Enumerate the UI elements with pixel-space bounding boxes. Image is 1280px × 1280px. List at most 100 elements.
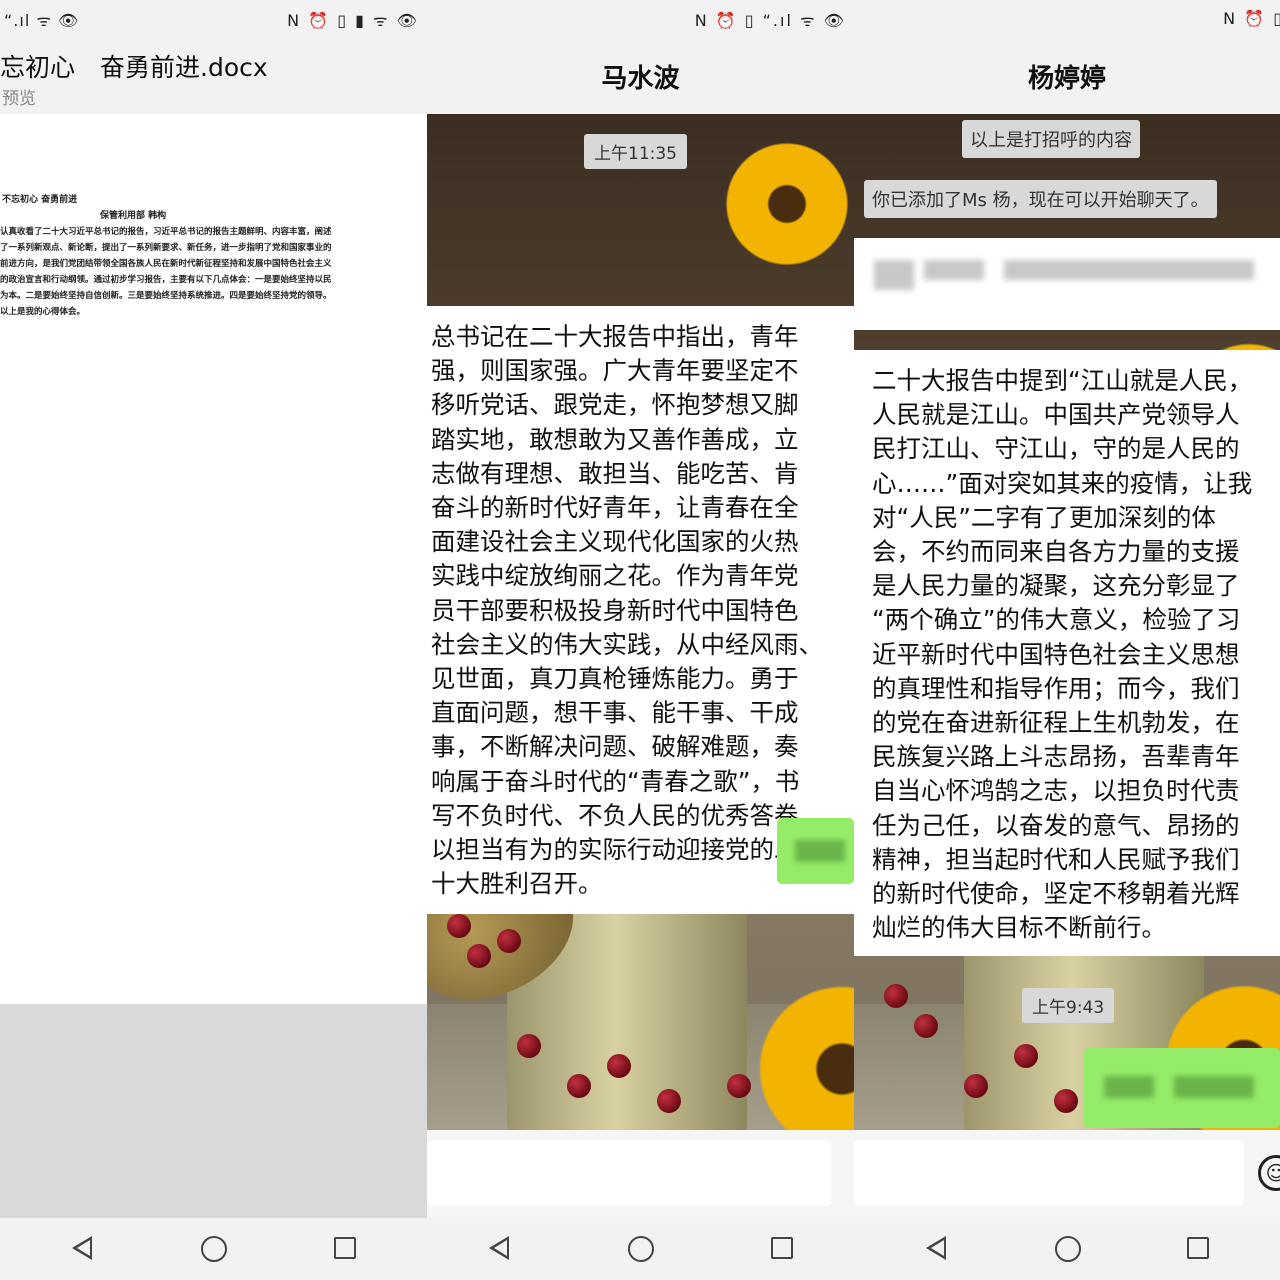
message-line: 会，不约而同来自各方力量的支援 bbox=[872, 537, 1240, 567]
message-line: 员干部要积极投身新时代中国特色 bbox=[431, 595, 799, 625]
blurred-content bbox=[1174, 1076, 1254, 1098]
message-line: 强，则国家强。广大青年要坚定不 bbox=[431, 356, 799, 386]
home-icon[interactable] bbox=[1055, 1236, 1081, 1262]
recent-apps-icon[interactable] bbox=[1187, 1237, 1209, 1259]
chat-wallpaper: 以上是打招呼的内容 你已添加了Ms 杨，现在可以开始聊天了。 二十大报告中提到“… bbox=[854, 114, 1280, 1130]
status-icons: N ⏰ ▯ “.ıl ᯤ 👁 bbox=[694, 11, 846, 30]
message-line: 事，不断解决问题、破解难题，奏 bbox=[431, 732, 799, 762]
system-message: 以上是打招呼的内容 bbox=[962, 120, 1140, 158]
home-icon[interactable] bbox=[628, 1236, 654, 1262]
message-line: 近平新时代中国特色社会主义思想 bbox=[872, 639, 1240, 669]
preview-background bbox=[0, 1004, 427, 1218]
wallpaper-cherry bbox=[467, 944, 491, 968]
document-heading: 不忘初心 奋勇前进 bbox=[2, 195, 78, 205]
blurred-content bbox=[795, 840, 845, 862]
chat-message-text[interactable]: 二十大报告中提到“江山就是人民， 人民就是江山。中国共产党领导人 民打江山、守江… bbox=[854, 350, 1280, 956]
emoji-icon[interactable]: ☺ bbox=[1258, 1155, 1280, 1191]
blurred-content bbox=[1004, 260, 1254, 280]
document-text: 认真收看了二十大习近平总书记的报告，习近平总书记的报告主题鲜明、内容丰富，阐述 … bbox=[0, 224, 427, 320]
document-line: 为本。二是要始终坚持自信创新。三是要始终坚持系统推进。四是要始终坚持党的领导。 bbox=[0, 291, 332, 301]
wallpaper-cherry bbox=[884, 984, 908, 1008]
message-line: 心……”面对突如其来的疫情，让我 bbox=[872, 468, 1253, 498]
message-line: 是人民力量的凝聚，这充分彰显了 bbox=[872, 571, 1240, 601]
message-line: 移听党话、跟党走，怀抱梦想又脚 bbox=[431, 390, 799, 420]
chat-panel-ma: N ⏰ ▯ “.ıl ᯤ 👁 马水波 上午11:35 总书记在二十大报告中指出，… bbox=[427, 0, 854, 1280]
blurred-content bbox=[924, 260, 984, 280]
navigation-bar bbox=[0, 1218, 427, 1280]
preview-label: 预览 bbox=[2, 89, 36, 109]
wallpaper-cherry bbox=[497, 929, 521, 953]
message-time: 上午11:35 bbox=[584, 134, 687, 169]
chat-contact-name[interactable]: 马水波 bbox=[427, 58, 854, 95]
document-line: 以上是我的心得体会。 bbox=[0, 307, 86, 317]
chat-panel-yang: N ⏰ ▯ 杨婷婷 以上是打招呼的内容 你已添加了Ms 杨，现在可以开始聊天了。… bbox=[854, 0, 1280, 1280]
message-line: 直面问题，想干事、能干事、干成 bbox=[431, 698, 799, 728]
status-bar: N ⏰ ▯ bbox=[854, 0, 1280, 38]
sent-message-bubble[interactable] bbox=[777, 818, 854, 884]
status-icons: N ⏰ ▯ ▮ ᯤ 👁 bbox=[287, 11, 419, 30]
system-message: 你已添加了Ms 杨，现在可以开始聊天了。 bbox=[864, 180, 1217, 218]
document-line: 前进方向，是我们党团结带领全国各族人民在新时代新征程坚持和发展中国特色社会主义 bbox=[0, 259, 332, 269]
back-icon[interactable] bbox=[926, 1236, 946, 1260]
status-icons: N ⏰ ▯ bbox=[1223, 9, 1280, 28]
message-line: 任为己任，以奋发的意气、昂扬的 bbox=[872, 810, 1240, 840]
chat-wallpaper: 上午11:35 总书记在二十大报告中指出，青年 强，则国家强。广大青年要坚定不 … bbox=[427, 114, 854, 1130]
message-time: 上午9:43 bbox=[1022, 988, 1115, 1023]
message-line: 自当心怀鸿鹄之志，以担负时代责 bbox=[872, 776, 1240, 806]
message-line: 精神，担当起时代和人民赋予我们 bbox=[872, 844, 1240, 874]
wallpaper-flower bbox=[747, 974, 854, 1130]
wallpaper-cherry bbox=[1014, 1044, 1038, 1068]
home-icon[interactable] bbox=[201, 1236, 227, 1262]
message-line: 实践中绽放绚丽之花。作为青年党 bbox=[431, 561, 799, 591]
message-line: 对“人民”二字有了更加深刻的体 bbox=[872, 502, 1216, 532]
message-line: 灿烂的伟大目标不断前行。 bbox=[872, 913, 1166, 943]
chat-input-bar: ☺ bbox=[854, 1130, 1280, 1218]
message-input[interactable] bbox=[854, 1140, 1244, 1206]
document-byline: 保管利用部 韩构 bbox=[100, 211, 167, 221]
document-header: 忘初心 奋勇前进.docx 预览 bbox=[0, 38, 427, 114]
navigation-bar bbox=[427, 1218, 854, 1280]
wallpaper-cherry bbox=[567, 1074, 591, 1098]
blurred-message[interactable] bbox=[854, 238, 1280, 330]
recent-apps-icon[interactable] bbox=[334, 1237, 356, 1259]
sent-message-bubble[interactable] bbox=[1084, 1048, 1280, 1128]
wallpaper-flower bbox=[717, 134, 854, 274]
chat-contact-name[interactable]: 杨婷婷 bbox=[854, 58, 1280, 95]
document-line: 的政治宣言和行动纲领。通过初步学习报告，主要有以下几点体会：一是要始终坚持以民 bbox=[0, 275, 332, 285]
message-input[interactable] bbox=[427, 1140, 831, 1206]
document-page[interactable]: 不忘初心 奋勇前进 保管利用部 韩构 认真收看了二十大习近平总书记的报告，习近平… bbox=[0, 114, 427, 1004]
wallpaper-cherry bbox=[914, 1014, 938, 1038]
status-bar: N ⏰ ▯ “.ıl ᯤ 👁 bbox=[427, 0, 854, 38]
message-line: 志做有理想、敢担当、能吃苦、肯 bbox=[431, 458, 799, 488]
blurred-content bbox=[874, 260, 914, 290]
message-line: 民族复兴路上斗志昂扬，吾辈青年 bbox=[872, 742, 1240, 772]
message-line: 踏实地，敢想敢为又善作善成，立 bbox=[431, 424, 799, 454]
message-line: 人民就是江山。中国共产党领导人 bbox=[872, 400, 1240, 430]
message-line: 的新时代使命，坚定不移朝着光辉 bbox=[872, 879, 1240, 909]
wallpaper-cherry bbox=[657, 1089, 681, 1113]
status-bar: “.ıl ᯤ 👁 N ⏰ ▯ ▮ ᯤ 👁 bbox=[0, 0, 427, 38]
message-line: 的党在奋进新征程上生机勃发，在 bbox=[872, 708, 1240, 738]
document-line: 了一系列新观点、新论断，提出了一系列新要求、新任务，进一步指明了党和国家事业的 bbox=[0, 243, 332, 253]
wallpaper-cherry bbox=[727, 1074, 751, 1098]
message-line: “两个确立”的伟大意义，检验了习 bbox=[872, 605, 1241, 635]
back-icon[interactable] bbox=[489, 1236, 509, 1260]
message-line: 总书记在二十大报告中指出，青年 bbox=[431, 322, 799, 351]
message-line: 奋斗的新时代好青年，让青春在全 bbox=[431, 493, 799, 523]
wallpaper-cherry bbox=[964, 1074, 988, 1098]
wallpaper-cherry bbox=[1054, 1089, 1078, 1113]
message-line: 二十大报告中提到“江山就是人民， bbox=[872, 366, 1253, 395]
navigation-bar bbox=[854, 1218, 1280, 1280]
recent-apps-icon[interactable] bbox=[771, 1237, 793, 1259]
chat-input-bar bbox=[427, 1130, 854, 1218]
wallpaper-cherry bbox=[517, 1034, 541, 1058]
document-preview-panel: “.ıl ᯤ 👁 N ⏰ ▯ ▮ ᯤ 👁 忘初心 奋勇前进.docx 预览 不忘… bbox=[0, 0, 427, 1280]
message-line: 社会主义的伟大实践，从中经风雨、 bbox=[431, 629, 823, 659]
back-icon[interactable] bbox=[72, 1236, 92, 1260]
wallpaper-cherry bbox=[607, 1054, 631, 1078]
document-line: 认真收看了二十大习近平总书记的报告，习近平总书记的报告主题鲜明、内容丰富，阐述 bbox=[0, 227, 332, 237]
message-line: 面建设社会主义现代化国家的火热 bbox=[431, 527, 799, 557]
blurred-content bbox=[1104, 1076, 1154, 1098]
chat-header: 马水波 bbox=[427, 38, 854, 114]
document-title: 忘初心 奋勇前进.docx bbox=[0, 53, 268, 82]
